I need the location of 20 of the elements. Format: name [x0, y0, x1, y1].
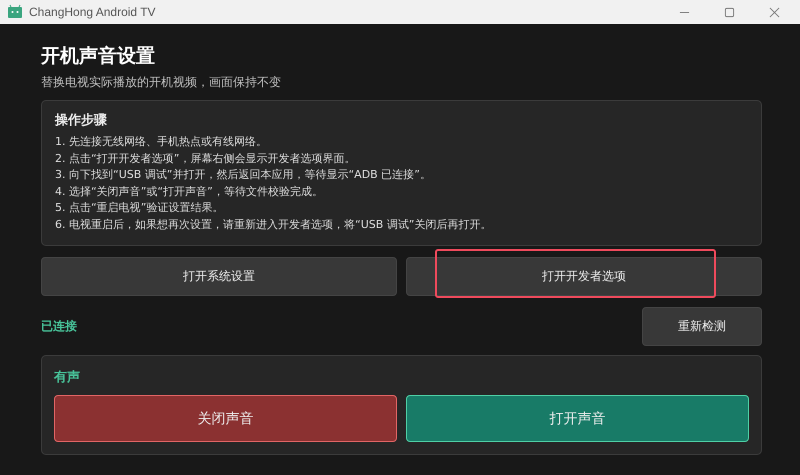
sound-button[interactable]: 关闭声音 [54, 395, 397, 442]
window-title: ChangHong Android TV [29, 5, 156, 19]
recheck-button[interactable]: 重新检测 [642, 307, 762, 346]
maximize-icon[interactable] [724, 6, 735, 18]
sound-state: 有声 [54, 369, 81, 386]
close-icon[interactable] [769, 6, 780, 18]
action-button[interactable]: 打开系统设置 [41, 257, 397, 296]
page-title: 开机声音设置 [41, 44, 156, 68]
step-text: 4. 选择“关闭声音”或“打开声音”，等待文件校验完成。 [55, 184, 324, 200]
step-text: 1. 先连接无线网络、手机热点或有线网络。 [55, 134, 268, 150]
connection-status: 已连接 [41, 318, 77, 335]
page-subtitle: 替换电视实际播放的开机视频，画面保持不变 [41, 74, 282, 90]
step-text: 3. 向下找到“USB 调试”并打开，然后返回本应用，等待显示“ADB 已连接”。 [55, 167, 432, 183]
step-text: 5. 点击“重启电视”验证设置结果。 [55, 200, 224, 216]
steps-title: 操作步骤 [55, 112, 108, 129]
sound-button[interactable]: 打开声音 [406, 395, 749, 442]
step-text: 6. 电视重启后，如果想再次设置，请重新进入开发者选项，将“USB 调试”关闭后再打开。 [55, 216, 492, 232]
action-button[interactable]: 打开开发者选项 [406, 257, 762, 296]
step-text: 2. 点击“打开开发者选项”，屏幕右侧会显示开发者选项界面。 [55, 150, 356, 166]
app-icon [7, 4, 23, 20]
